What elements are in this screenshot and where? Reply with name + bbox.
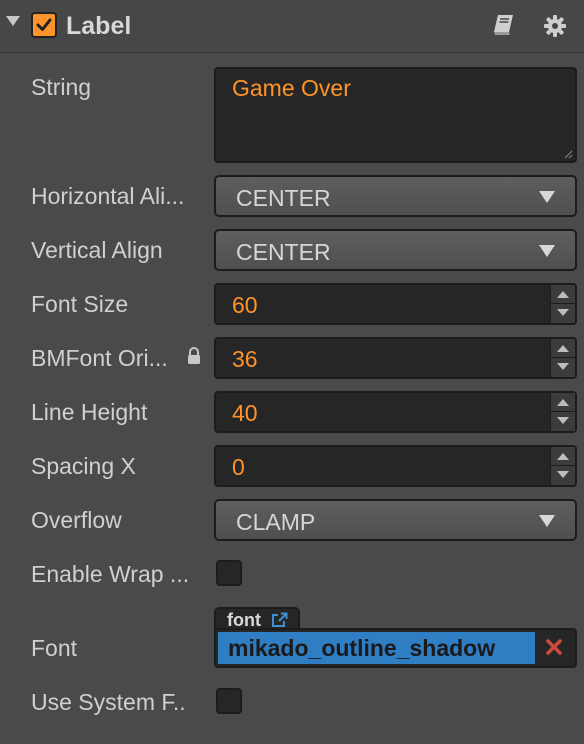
overflow-select[interactable]: CLAMP — [214, 499, 577, 541]
use-system-font-checkbox[interactable] — [216, 688, 242, 714]
caret-down-icon — [539, 245, 555, 257]
bmfont-original-size-label: BMFont Ori... — [31, 345, 168, 371]
arrow-up-icon — [557, 345, 569, 352]
spacing-x-label: Spacing X — [31, 453, 136, 479]
line-height-stepper[interactable] — [550, 393, 575, 431]
book-icon[interactable] — [492, 14, 516, 36]
arrow-down-icon — [557, 417, 569, 424]
increment-button[interactable] — [551, 393, 575, 412]
bmfont-original-size-value: 36 — [232, 346, 258, 372]
caret-down-icon — [539, 515, 555, 527]
overflow-label: Overflow — [31, 507, 122, 533]
caret-down-icon — [539, 191, 555, 203]
string-value: Game Over — [232, 75, 351, 101]
arrow-down-icon — [557, 363, 569, 370]
enable-wrap-text-checkbox[interactable] — [216, 560, 242, 586]
horizontal-align-select[interactable]: CENTER — [214, 175, 577, 217]
vertical-align-label: Vertical Align — [31, 237, 163, 263]
font-label: Font — [31, 635, 78, 661]
component-header: Label — [0, 0, 584, 53]
vertical-align-select[interactable]: CENTER — [214, 229, 577, 271]
string-label: String — [31, 74, 92, 100]
close-icon[interactable] — [545, 638, 563, 656]
increment-button[interactable] — [551, 285, 575, 304]
spacing-x-value: 0 — [232, 454, 245, 480]
arrow-up-icon — [557, 453, 569, 460]
horizontal-align-value: CENTER — [236, 185, 331, 211]
font-size-label: Font Size — [31, 291, 129, 317]
chevron-down-icon[interactable] — [6, 16, 20, 26]
decrement-button[interactable] — [551, 466, 575, 485]
component-enable-checkbox[interactable] — [31, 12, 57, 38]
string-textarea[interactable]: Game Over — [214, 67, 577, 163]
overflow-value: CLAMP — [236, 509, 316, 535]
component-title: Label — [66, 12, 132, 40]
check-icon — [36, 18, 52, 31]
decrement-button[interactable] — [551, 304, 575, 323]
decrement-button[interactable] — [551, 358, 575, 377]
bmfont-original-size-stepper[interactable] — [550, 339, 575, 377]
bmfont-original-size-input[interactable]: 36 — [214, 337, 577, 379]
font-asset-value: mikado_outline_shadow — [228, 635, 496, 661]
arrow-up-icon — [557, 291, 569, 298]
line-height-label: Line Height — [31, 399, 148, 425]
horizontal-align-label: Horizontal Ali... — [31, 183, 185, 209]
font-asset-field[interactable]: mikado_outline_shadow — [214, 628, 577, 668]
arrow-up-icon — [557, 399, 569, 406]
font-size-input[interactable]: 60 — [214, 283, 577, 325]
lock-icon — [188, 347, 200, 364]
increment-button[interactable] — [551, 339, 575, 358]
line-height-value: 40 — [232, 400, 258, 426]
increment-button[interactable] — [551, 447, 575, 466]
resize-grip-icon[interactable] — [563, 149, 573, 159]
gear-icon[interactable] — [543, 14, 567, 38]
arrow-down-icon — [557, 471, 569, 478]
spacing-x-input[interactable]: 0 — [214, 445, 577, 487]
arrow-down-icon — [557, 309, 569, 316]
font-size-value: 60 — [232, 292, 258, 318]
enable-wrap-text-label: Enable Wrap ... — [31, 561, 190, 587]
vertical-align-value: CENTER — [236, 239, 331, 265]
font-size-stepper[interactable] — [550, 285, 575, 323]
line-height-input[interactable]: 40 — [214, 391, 577, 433]
use-system-font-label: Use System F.. — [31, 689, 186, 715]
spacing-x-stepper[interactable] — [550, 447, 575, 485]
external-link-icon[interactable] — [270, 612, 288, 628]
font-asset-name[interactable]: mikado_outline_shadow — [218, 632, 535, 664]
decrement-button[interactable] — [551, 412, 575, 431]
